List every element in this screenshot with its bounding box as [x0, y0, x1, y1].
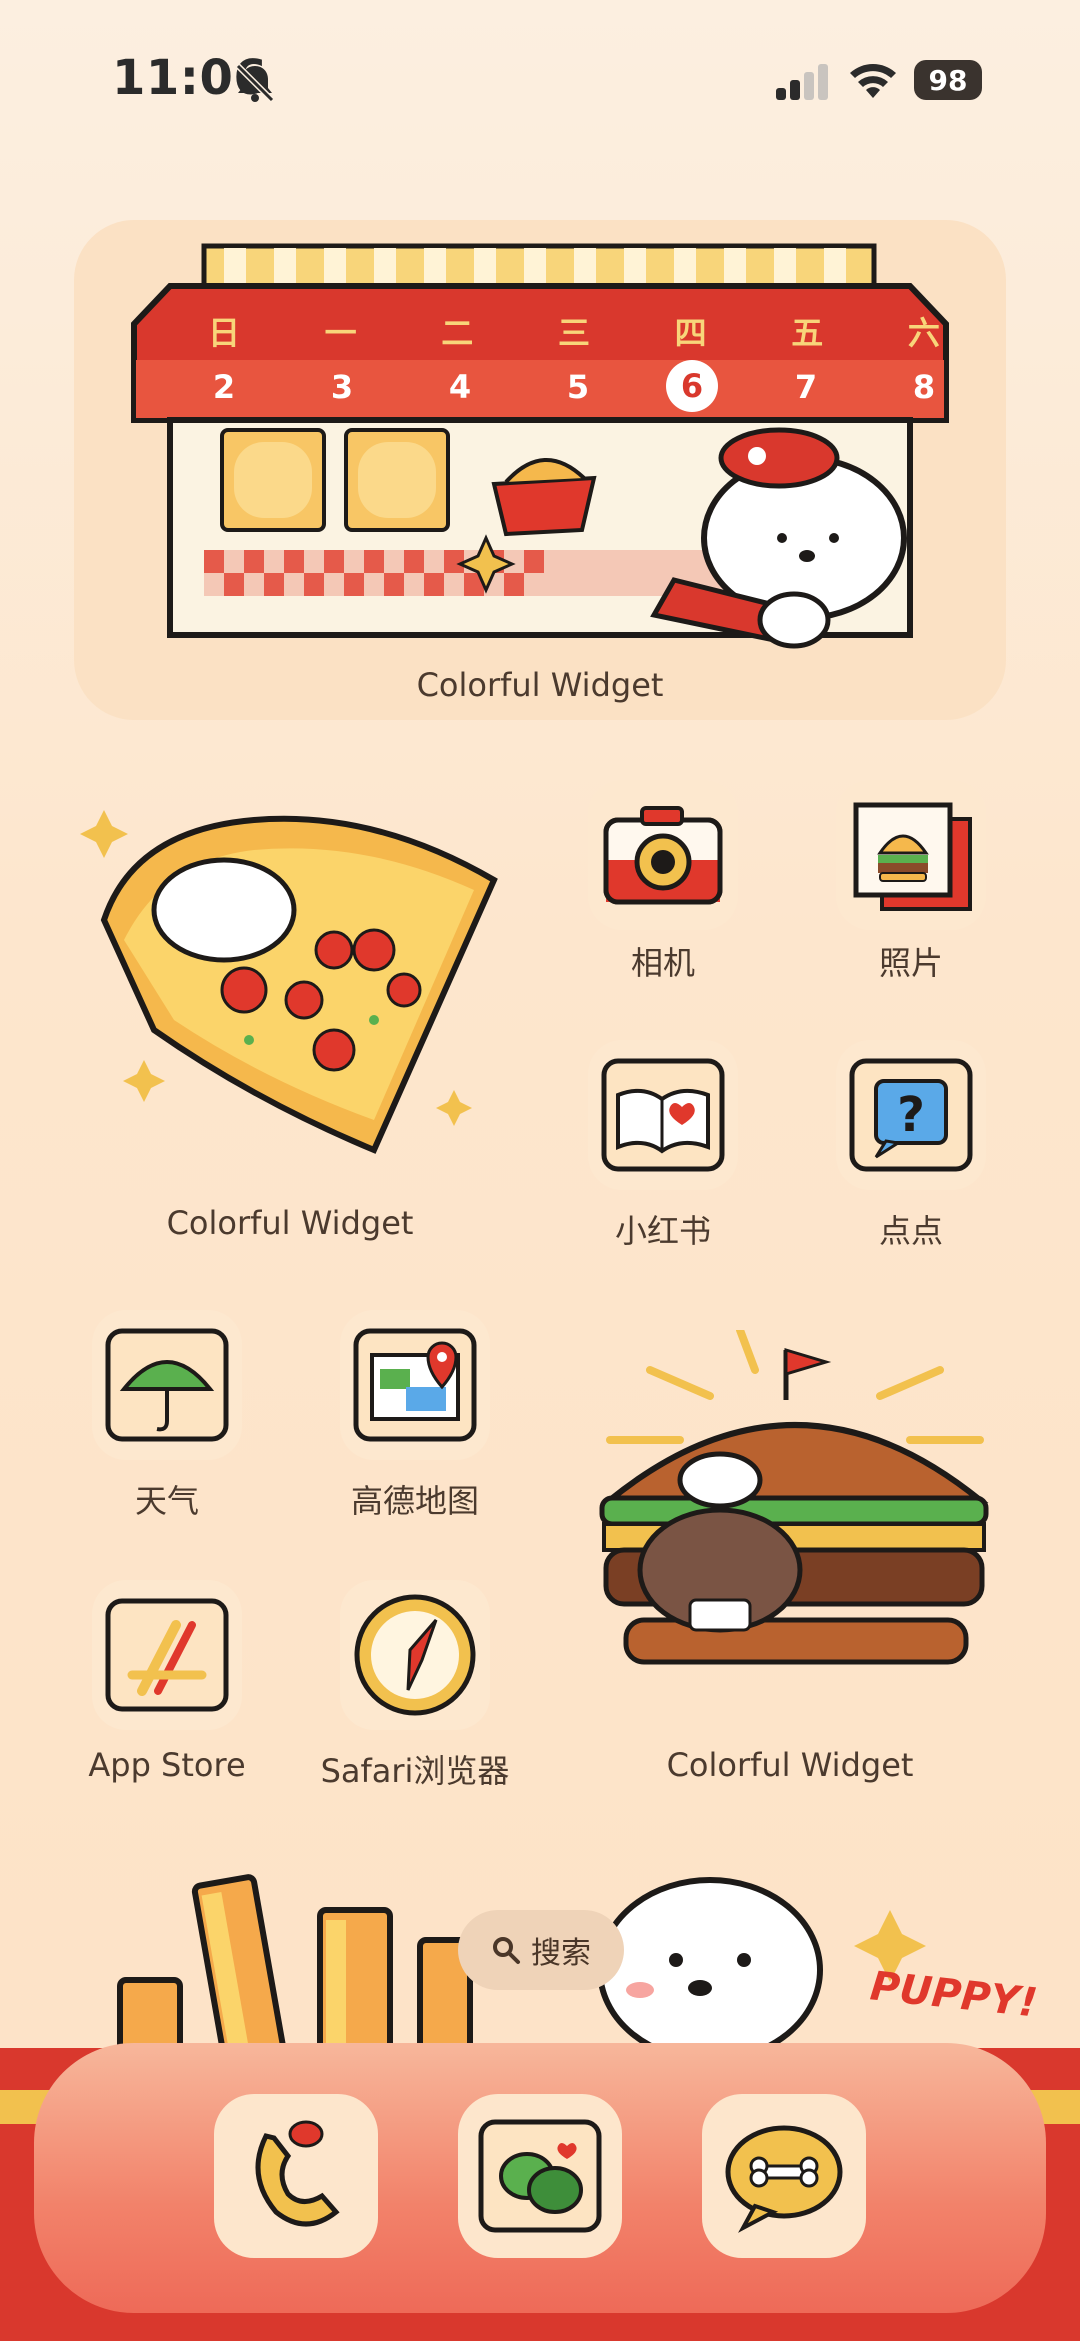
- xiaohongshu-app-label: 小红书: [614, 1212, 711, 1250]
- weather-app-label: 天气: [134, 1482, 199, 1520]
- pizza-widget[interactable]: [74, 790, 514, 1190]
- burger-widget[interactable]: [590, 1330, 1000, 1710]
- calendar-widget[interactable]: 日 一 二 三 四 五 六 2 3 4 5 6 7 8: [74, 220, 1006, 720]
- xiaohongshu-app-icon[interactable]: [588, 1040, 738, 1190]
- date: 4: [448, 368, 472, 406]
- search-label: 搜索: [531, 1936, 591, 1971]
- calendar-weekdays: 日 一 二 三 四 五 六: [194, 308, 954, 354]
- burger-widget-label: Colorful Widget: [666, 1746, 914, 1784]
- appstore-app-label: App Store: [88, 1746, 246, 1784]
- appstore-app-icon[interactable]: [92, 1580, 242, 1730]
- dock-phone-app[interactable]: [214, 2094, 378, 2258]
- camera-icon: [603, 806, 723, 905]
- search-button[interactable]: 搜索: [458, 1910, 624, 1990]
- book-heart-icon: [601, 1058, 725, 1172]
- weekday: 六: [907, 314, 940, 352]
- weekday: 二: [441, 314, 474, 352]
- calendar-widget-label: Colorful Widget: [416, 666, 664, 704]
- compass-icon: [354, 1594, 476, 1716]
- diandian-app-icon[interactable]: ?: [836, 1040, 986, 1190]
- question-bubble-icon: ?: [849, 1058, 973, 1172]
- silent-bell-icon: [235, 63, 275, 103]
- date: 3: [330, 368, 354, 406]
- date-today: 6: [666, 360, 718, 412]
- shop-illustration: [131, 243, 949, 649]
- weekday: 五: [791, 314, 824, 352]
- date: 5: [566, 368, 590, 406]
- diandian-app-label: 点点: [878, 1212, 943, 1250]
- amap-app-icon[interactable]: [340, 1310, 490, 1460]
- search-icon: [493, 1937, 520, 1964]
- pizza-widget-label: Colorful Widget: [166, 1204, 414, 1242]
- dock-chat-app[interactable]: [702, 2094, 866, 2258]
- app-store-icon: [105, 1598, 229, 1712]
- camera-app-label: 相机: [630, 944, 695, 982]
- svg-text:?: ?: [897, 1087, 925, 1143]
- battery-indicator: 98: [914, 60, 982, 100]
- date: 8: [912, 368, 936, 406]
- weekday: 四: [674, 314, 707, 352]
- date: 2: [212, 368, 236, 406]
- camera-app-icon[interactable]: [588, 780, 738, 930]
- burger-photo-icon: [853, 802, 972, 911]
- weekday: 日: [207, 314, 240, 352]
- umbrella-icon: [105, 1328, 229, 1442]
- weekday: 三: [557, 314, 590, 352]
- dock-messages-app[interactable]: [458, 2094, 622, 2258]
- map-pin-icon: [353, 1328, 477, 1442]
- weekday: 一: [324, 314, 357, 352]
- weather-app-icon[interactable]: [92, 1310, 242, 1460]
- wifi-icon: [850, 64, 896, 98]
- bone-bubble-icon: [725, 2125, 843, 2233]
- cellular-signal-icon: [776, 64, 828, 100]
- photos-app-icon[interactable]: [836, 780, 986, 930]
- calendar-dates: 2 3 4 5 6 7 8: [194, 360, 954, 412]
- chat-bubbles-icon: [478, 2119, 602, 2233]
- amap-app-label: 高德地图: [350, 1482, 479, 1520]
- safari-app-icon[interactable]: [340, 1580, 490, 1730]
- photos-app-label: 照片: [878, 944, 943, 982]
- date: 7: [794, 368, 818, 406]
- phone-handset-icon: [255, 2120, 340, 2227]
- safari-app-label: Safari浏览器: [320, 1752, 510, 1790]
